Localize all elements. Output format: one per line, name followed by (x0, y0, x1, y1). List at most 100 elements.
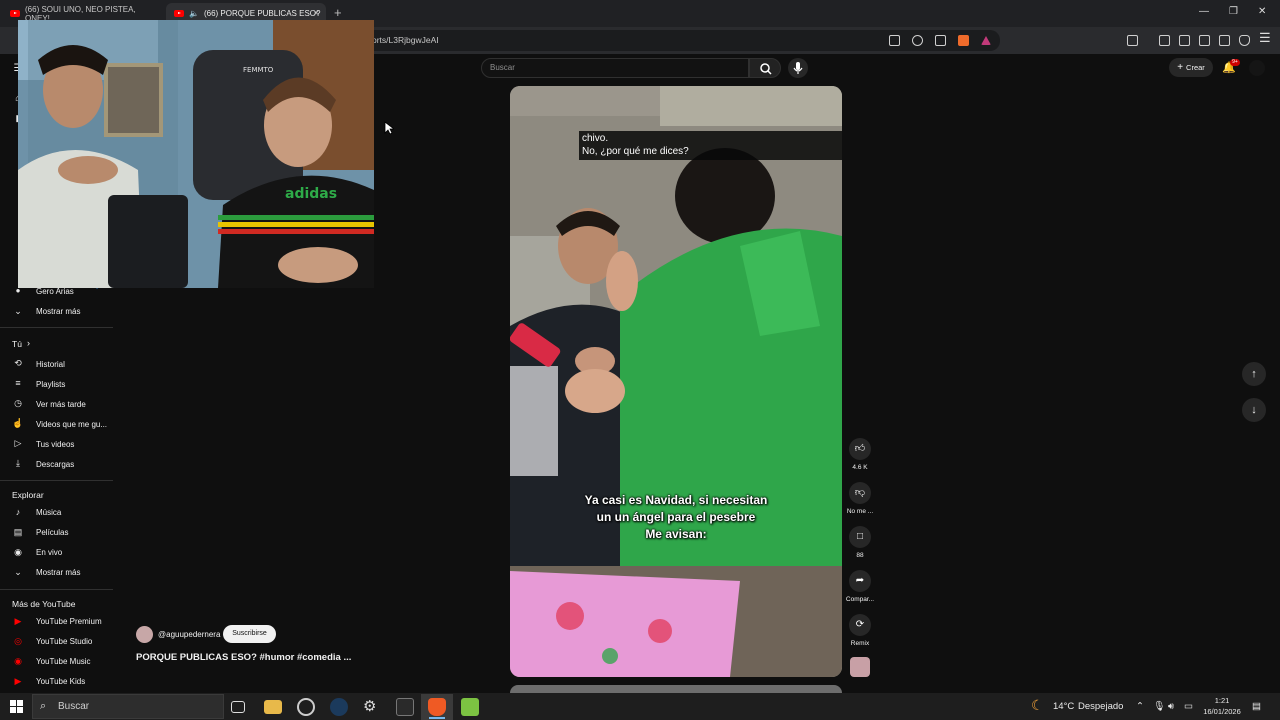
task-view-icon[interactable] (231, 701, 245, 713)
caption-line-1: Ya casi es Navidad, si necesitan (584, 493, 768, 507)
sidebar-item-playlists[interactable]: Playlists (36, 380, 65, 389)
volume-icon[interactable]: 🔊︎ (1168, 701, 1174, 712)
youtube-kids-icon: ▶ (14, 676, 22, 686)
microphone-icon[interactable]: 🎙︎ (1153, 701, 1165, 712)
music-note-icon: ♪ (15, 507, 21, 517)
video-frame-image (510, 86, 842, 677)
address-bar[interactable] (355, 30, 1000, 51)
weather-temperature[interactable]: 14°C (1053, 701, 1074, 712)
search-input[interactable] (481, 58, 749, 78)
chevron-up-icon[interactable]: ⌃ (1136, 701, 1144, 712)
sidebar-item-downloads[interactable]: Descargas (36, 460, 74, 469)
brave-shields-icon[interactable] (958, 35, 969, 46)
leo-ai-icon[interactable] (1219, 35, 1230, 46)
channel-handle[interactable]: @aguupedernera (158, 630, 220, 639)
notification-center-icon[interactable]: ▤ (1252, 701, 1261, 712)
account-avatar[interactable] (1249, 60, 1265, 76)
system-clock[interactable]: 1:21 16/01/2026 (1200, 695, 1244, 717)
comments-button[interactable]: □ (849, 526, 871, 548)
search-icon: ⌕ (40, 700, 47, 712)
sidebar-item-liked-videos[interactable]: Videos que me gu... (36, 420, 107, 429)
remix-label: Remix (850, 640, 870, 647)
brave-browser-icon[interactable] (428, 698, 446, 716)
explore-heading: Explorar (12, 490, 44, 500)
app-icon[interactable] (297, 698, 315, 716)
video-title[interactable]: PORQUE PUBLICAS ESO? #humor #comedia ... (136, 652, 351, 663)
video-caption: Ya casi es Navidad, si necesitan un un á… (540, 492, 812, 543)
tab-search-icon[interactable] (1127, 35, 1138, 46)
shorts-video-player[interactable] (510, 86, 842, 677)
subscribe-button[interactable]: Suscribirse (223, 625, 276, 643)
previous-short-button[interactable]: ↑ (1242, 362, 1266, 386)
weather-icon: ☾ (1031, 697, 1044, 713)
voice-search-button[interactable] (788, 58, 808, 78)
audio-thumbnail[interactable] (850, 657, 870, 677)
media-icon[interactable] (1159, 35, 1170, 46)
wallet-icon[interactable] (1199, 35, 1210, 46)
divider (0, 480, 113, 481)
caption-line-3: Me avisan: (645, 527, 707, 541)
remix-button[interactable]: ⟳ (849, 614, 871, 636)
dislike-button[interactable]: 👎︎ (849, 482, 871, 504)
history-icon: ⟲ (14, 358, 22, 368)
next-short-button[interactable]: ↓ (1242, 398, 1266, 422)
chevron-down-icon: ⌄ (14, 567, 22, 577)
thumbs-down-icon: 👎︎ (854, 487, 866, 498)
film-icon: ▤ (13, 527, 23, 537)
dislike-label: No me ... (846, 508, 874, 515)
like-button[interactable]: 👍︎ (849, 438, 871, 460)
sidebar-item-your-videos[interactable]: Tus videos (36, 440, 74, 449)
close-tab-icon[interactable]: ✕ (312, 8, 320, 19)
show-more-explore[interactable]: Mostrar más (36, 568, 80, 577)
sidebar-item-movies[interactable]: Películas (36, 528, 68, 537)
epic-games-icon[interactable] (396, 698, 414, 716)
subtitle-line-2: No, ¿por qué me dices? (582, 146, 689, 157)
your-videos-icon: ▷ (14, 438, 22, 448)
sidebar-item-youtube-music[interactable]: YouTube Music (36, 657, 91, 666)
url-text: orts/L3RjbgwJeAI (372, 35, 439, 45)
brave-rewards-icon[interactable] (981, 36, 991, 45)
search-button[interactable] (749, 58, 781, 78)
search-icon (760, 63, 772, 75)
show-more-subscriptions[interactable]: Mostrar más (36, 307, 80, 316)
sidebar-toggle-icon[interactable] (1179, 35, 1190, 46)
clock-date: 16/01/2026 (1203, 707, 1241, 716)
weather-condition[interactable]: Despejado (1078, 701, 1123, 712)
chevron-down-icon: ⌄ (14, 306, 22, 316)
arrow-down-icon: ↓ (1251, 404, 1257, 416)
sidebar-item-history[interactable]: Historial (36, 360, 65, 369)
sidebar-item-youtube-premium[interactable]: YouTube Premium (36, 617, 102, 626)
share-page-icon[interactable] (935, 35, 946, 46)
taskbar-search-label: Buscar (58, 701, 90, 712)
sidebar-item-youtube-kids[interactable]: YouTube Kids (36, 677, 85, 686)
sidebar-item-watch-later[interactable]: Ver más tarde (36, 400, 86, 409)
android-app-icon[interactable] (461, 698, 479, 716)
zoom-icon[interactable] (912, 35, 923, 46)
windows-start-icon[interactable] (10, 700, 23, 713)
you-heading[interactable]: Tú (12, 339, 22, 349)
settings-gear-icon[interactable]: ⚙ (363, 698, 381, 716)
share-button[interactable]: ➦ (849, 570, 871, 592)
sidebar-item-youtube-studio[interactable]: YouTube Studio (36, 637, 92, 646)
sidebar-item-live[interactable]: En vivo (36, 548, 62, 557)
create-label: Crear (1186, 63, 1205, 72)
thumbs-up-icon: ☝ (12, 418, 24, 428)
restore-button[interactable]: ❐ (1229, 6, 1238, 17)
menu-icon[interactable]: ☰ (1259, 30, 1271, 46)
share-arrow-icon: ➦ (855, 575, 865, 586)
file-explorer-icon[interactable] (264, 700, 282, 714)
create-button[interactable]: + Crear (1169, 58, 1213, 77)
network-icon[interactable]: ▭ (1184, 701, 1193, 712)
notification-badge: 9+ (1230, 59, 1240, 66)
close-window-button[interactable]: ✕ (1258, 6, 1266, 17)
cast-icon[interactable] (889, 35, 900, 46)
vpn-shield-icon[interactable] (1239, 35, 1250, 46)
channel-avatar[interactable] (136, 626, 153, 643)
sidebar-item-music[interactable]: Música (36, 508, 61, 517)
live-broadcast-icon: ◉ (14, 547, 22, 557)
sidebar-item-gero-arias[interactable]: Gero Arias (36, 287, 74, 296)
minimize-button[interactable]: — (1199, 6, 1209, 17)
steam-icon[interactable] (330, 698, 348, 716)
new-tab-button[interactable]: + (334, 5, 342, 20)
like-count: 4.6 K (852, 464, 868, 471)
